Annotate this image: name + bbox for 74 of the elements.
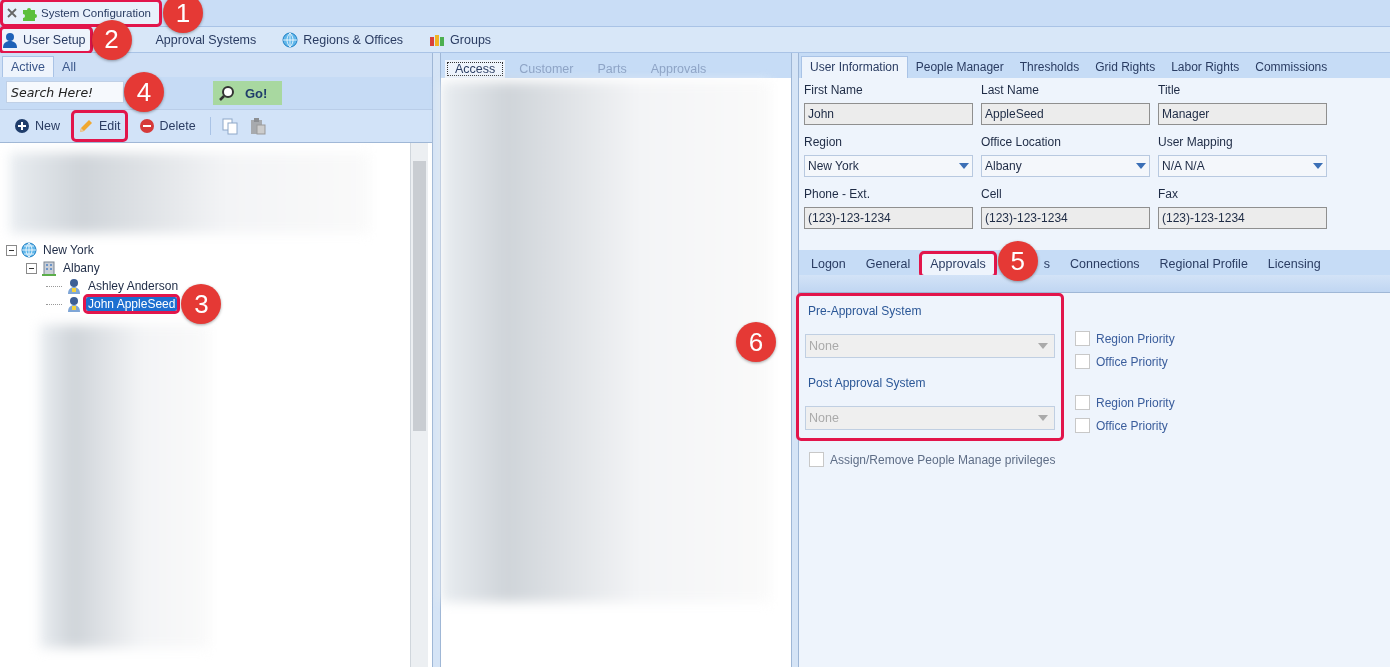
field-label: Fax <box>1158 186 1179 201</box>
field-label: User Mapping <box>1158 134 1234 149</box>
dropdown[interactable]: N/A N/A <box>1158 155 1327 177</box>
field-label: Title <box>1158 82 1182 97</box>
tree-item[interactable]: New York <box>41 243 96 257</box>
step-number-badge: 5 <box>997 241 1038 281</box>
pencil-icon <box>78 118 94 134</box>
text-field[interactable]: John <box>804 103 973 125</box>
tab[interactable]: User Information <box>801 56 908 78</box>
search-field[interactable]: Search Here! <box>6 81 124 103</box>
tab[interactable]: Thresholds <box>1011 57 1088 78</box>
group-label: Post Approval System <box>807 376 927 392</box>
tab[interactable]: s <box>1035 254 1059 275</box>
tab[interactable]: Grid Rights <box>1087 57 1164 78</box>
step-number-badge: 1 <box>162 0 203 33</box>
document-tab[interactable]: System Configuration <box>3 2 159 24</box>
search-icon <box>219 85 235 101</box>
field-label: Cell <box>981 186 1003 201</box>
caret-icon <box>1313 163 1323 169</box>
nav-tab[interactable]: User Setup <box>2 28 90 51</box>
field-label: Region <box>804 134 844 149</box>
text-field[interactable]: AppleSeed <box>981 103 1150 125</box>
toolbar-button[interactable]: Delete <box>134 113 200 139</box>
puzzle-icon <box>21 5 37 21</box>
step-number-badge: 4 <box>124 72 164 112</box>
tab[interactable]: Logon <box>803 254 854 275</box>
toolbar-button[interactable]: Edit <box>74 113 125 139</box>
tab[interactable]: General <box>857 254 919 275</box>
field-label: First Name <box>804 82 864 97</box>
minus-icon <box>138 118 155 134</box>
tab[interactable]: Approvals <box>922 254 994 275</box>
globe-icon <box>282 31 299 48</box>
building-icon <box>41 260 57 276</box>
caret-icon <box>1038 343 1048 349</box>
field-label: Phone - Ext. <box>804 186 872 201</box>
step-number-badge: 3 <box>181 284 222 324</box>
text-field[interactable]: (123)-123-1234 <box>804 207 973 229</box>
collapse-icon[interactable] <box>26 262 37 274</box>
person-icon <box>2 31 18 48</box>
plus-icon <box>14 118 30 134</box>
toolbar-button[interactable]: New <box>10 113 64 139</box>
nav-tab[interactable]: Regions & Offices <box>282 28 408 51</box>
tree-item[interactable]: John AppleSeed <box>86 297 178 311</box>
filter-tab[interactable]: All <box>54 57 84 77</box>
tree-item[interactable]: Ashley Anderson <box>86 279 181 293</box>
tab[interactable]: Commissions <box>1247 57 1336 78</box>
close-icon[interactable] <box>7 8 17 18</box>
tab[interactable]: Connections <box>1062 254 1148 275</box>
caret-icon <box>1136 163 1146 169</box>
tab-title: System Configuration <box>41 7 151 19</box>
filter-tab[interactable]: Active <box>2 56 55 77</box>
text-field[interactable]: (123)-123-1234 <box>1158 207 1327 229</box>
go-button[interactable]: Go! <box>213 81 282 105</box>
tab[interactable]: Licensing <box>1259 254 1329 275</box>
collapse-icon[interactable] <box>6 244 17 256</box>
field-label: Last Name <box>981 82 1041 97</box>
text-field[interactable]: (123)-123-1234 <box>981 207 1150 229</box>
scrollbar[interactable] <box>410 143 428 667</box>
caret-icon <box>959 163 969 169</box>
caret-icon <box>1038 415 1048 421</box>
person-icon <box>66 278 82 294</box>
tab[interactable]: Regional Profile <box>1151 254 1256 275</box>
tree-item[interactable]: Albany <box>61 261 102 275</box>
globe-icon <box>21 242 37 258</box>
tab[interactable]: Labor Rights <box>1163 57 1248 78</box>
tab[interactable]: Access <box>445 60 506 78</box>
person-icon <box>66 296 82 312</box>
dropdown[interactable]: New York <box>804 155 973 177</box>
text-field[interactable]: Manager <box>1158 103 1327 125</box>
field-label: Office Location <box>981 134 1062 149</box>
dropdown[interactable]: Albany <box>981 155 1150 177</box>
nav-tab[interactable]: Groups <box>429 28 496 51</box>
group-label: Pre-Approval System <box>807 304 923 320</box>
tab[interactable]: People Manager <box>907 57 1012 78</box>
